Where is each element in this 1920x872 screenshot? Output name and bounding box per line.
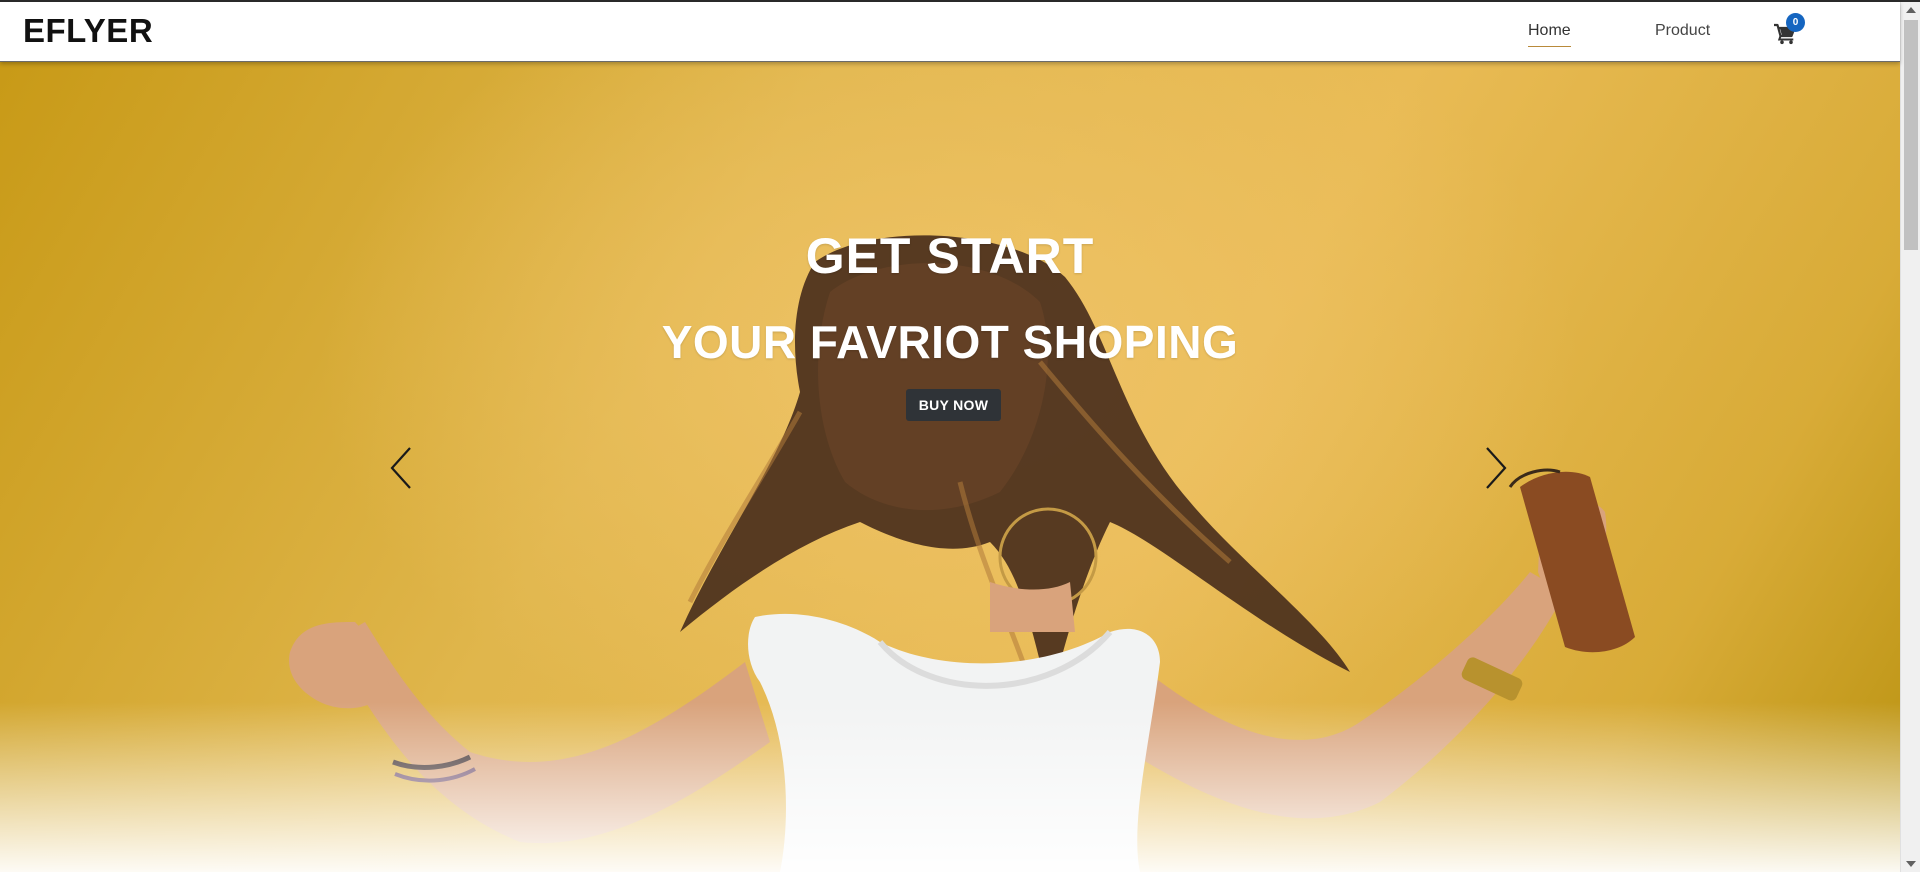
chevron-right-icon[interactable] (1481, 446, 1511, 490)
scroll-down-arrow-icon[interactable] (1901, 856, 1920, 872)
brand-logo[interactable]: EFLYER (23, 12, 153, 50)
chevron-left-icon[interactable] (386, 446, 416, 490)
nav-home-link[interactable]: Home (1528, 22, 1571, 47)
page: EFLYER Home Product 0 GET START YOUR FAV… (0, 0, 1920, 872)
hero-carousel: GET START YOUR FAVRIOT SHOPING BUY NOW (0, 62, 1900, 872)
navbar: EFLYER Home Product 0 (0, 2, 1900, 62)
hero-bottom-fade (0, 702, 1900, 872)
hero-subtitle: YOUR FAVRIOT SHOPING (661, 316, 1239, 368)
hero-title: GET START (805, 228, 1095, 284)
cart-count-badge: 0 (1786, 13, 1805, 32)
buy-now-button[interactable]: BUY NOW (906, 389, 1001, 421)
nav-product-link[interactable]: Product (1655, 22, 1710, 40)
scrollbar-thumb[interactable] (1904, 20, 1918, 250)
page-scrollbar[interactable] (1900, 2, 1920, 872)
scroll-up-arrow-icon[interactable] (1901, 2, 1920, 18)
